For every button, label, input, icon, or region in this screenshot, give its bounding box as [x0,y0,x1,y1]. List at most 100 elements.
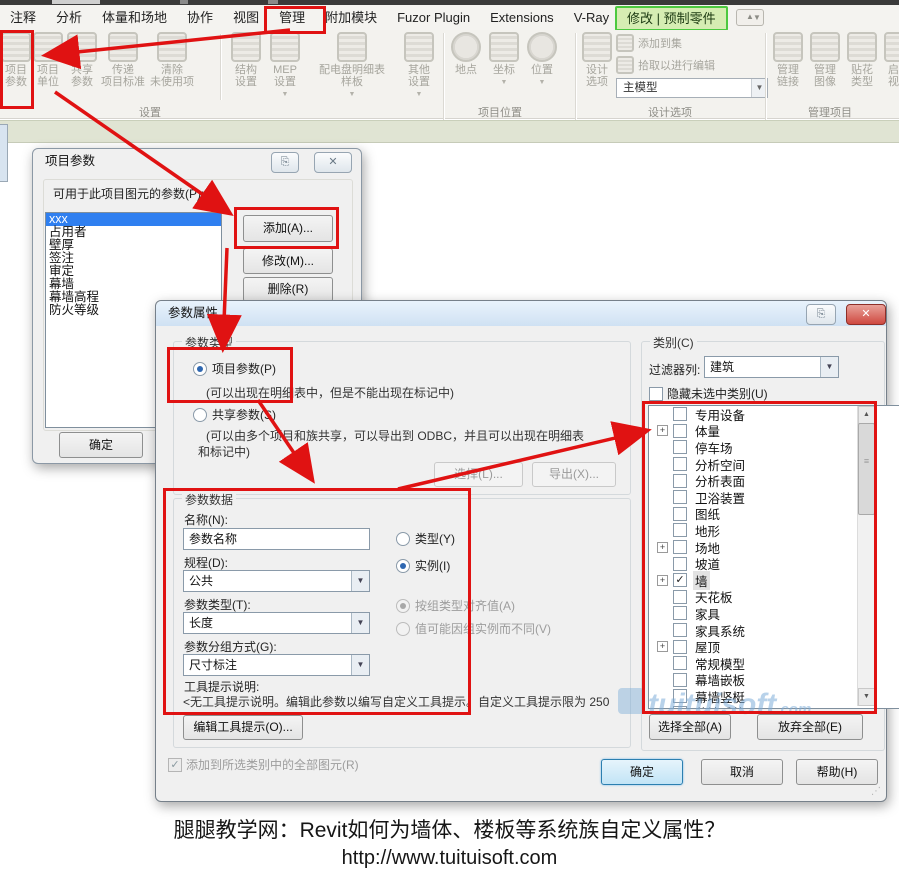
shared-parameters-icon [67,32,97,62]
decal-types-button[interactable]: 贴花 类型 [845,31,879,105]
manage-images-button[interactable]: 管理 图像 [808,31,842,105]
palette-edge [0,124,8,182]
design-options-list-icon [582,32,612,62]
edit-tooltip-button[interactable]: 编辑工具提示(O)... [183,715,303,740]
filter-list-label: 过滤器列: [649,361,700,378]
decal-types-icon [847,32,877,62]
starting-view-icon [884,32,899,62]
ribbon-tab[interactable]: 注释 [0,5,46,30]
ribbon-tab[interactable]: Fuzor Plugin [387,5,480,30]
annotation-box-param-data [163,488,471,715]
design-options-button[interactable]: 设计 选项 [580,31,614,105]
close-icon[interactable]: ✕ [314,152,352,173]
panel-separator [575,33,577,129]
modify-parameter-button[interactable]: 修改(M)... [243,248,333,274]
ribbon-collapse-button[interactable]: ▲ [736,9,764,26]
manage-links-icon [773,32,803,62]
add-to-set-icon [616,34,634,52]
panel-schedule-templates-button[interactable]: 配电盘明细表 样板 [306,31,398,105]
ribbon: 项目 参数 项目 单位 共享 参数 传递 项目标准 清除 未使用项 结构 设置 … [0,30,899,119]
annotation-box-manage-tab [264,6,326,34]
transfer-project-standards-icon [108,32,138,62]
delete-parameter-button[interactable]: 删除(R) [243,277,333,302]
project-units-button[interactable]: 项目 单位 [33,31,63,105]
resize-grip[interactable]: ⋰ [871,786,883,798]
panel-label-project-location: 项目位置 [450,104,550,118]
location-button[interactable]: 地点 [448,31,484,105]
pick-to-edit-button[interactable]: 拾取以进行编辑 [616,56,715,74]
position-button[interactable]: 位置 [524,31,560,105]
structural-settings-button[interactable]: 结构 设置 [228,31,264,105]
hide-unchecked-checkbox[interactable] [649,387,663,401]
ribbon-tab[interactable]: Extensions [480,5,564,30]
dialog-guide-button[interactable]: ⎘ [806,304,836,325]
tab-modify-precast[interactable]: 修改 | 预制零件 [615,6,728,31]
panel-schedule-templates-icon [337,32,367,62]
ribbon-tab-bar: 注释分析体量和场地协作视图管理附加模块Fuzor PluginExtension… [0,5,899,30]
add-to-all-checkbox-label: 添加到所选类别中的全部图元(R) [186,756,359,773]
transfer-project-standards-button[interactable]: 传递 项目标准 [100,31,146,105]
hide-unchecked-label[interactable]: 隐藏未选中类别(U) [667,385,768,402]
panel-separator [443,33,445,129]
ribbon-tab[interactable]: V-Ray [564,5,619,30]
shared-parameter-desc-1: (可以由多个项目和族共享，可以导出到 ODBC，并且可以出现在明细表 [206,427,584,444]
ribbon-tab[interactable]: 协作 [177,5,223,30]
starting-view-button[interactable]: 启动 视图 [882,31,899,105]
annotation-box-categories [642,401,877,714]
annotation-box-project-param-radio [167,347,293,403]
params-list-label: 可用于此项目图元的参数(P): [53,185,204,202]
ribbon-tab[interactable]: 体量和场地 [92,5,177,30]
additional-settings-button[interactable]: 其他 设置 [400,31,438,105]
location-globe-icon [451,32,481,62]
panel-label-manage-project: 管理项目 [780,104,880,118]
ribbon-tab[interactable]: 视图 [223,5,269,30]
filter-list-select[interactable]: 建筑 ▼ [704,356,839,378]
export-shared-button[interactable]: 导出(X)... [532,462,616,487]
caption-title: 腿腿教学网：Revit如何为墙体、楼板等系统族自定义属性？ [0,814,899,844]
panel-separator [765,33,767,129]
additional-settings-icon [404,32,434,62]
panel-label-settings: 设置 [95,104,205,118]
ribbon-separator [220,34,222,100]
shared-parameter-radio[interactable] [193,408,207,422]
pick-to-edit-icon [616,56,634,74]
check-none-button[interactable]: 放弃全部(E) [757,714,863,740]
mep-settings-icon [270,32,300,62]
caption: 腿腿教学网：Revit如何为墙体、楼板等系统族自定义属性？ http://www… [0,814,899,870]
coordinates-button[interactable]: 坐标 [486,31,522,105]
cancel-button[interactable]: 取消 [701,759,783,785]
categories-group-label: 类别(C) [650,334,697,351]
add-to-all-checkbox[interactable]: ✓ [168,758,182,772]
help-button[interactable]: 帮助(H) [796,759,878,785]
mep-settings-button[interactable]: MEP 设置 [266,31,304,105]
close-icon[interactable]: ✕ [846,304,886,325]
select-shared-button[interactable]: 选择(L)... [434,462,523,487]
dialog-title[interactable]: 参数属性 [156,301,886,326]
add-to-set-button[interactable]: 添加到集 [616,34,682,52]
shared-parameters-button[interactable]: 共享 参数 [64,31,100,105]
canvas-strip [0,120,899,143]
revit-window: 注释分析体量和场地协作视图管理附加模块Fuzor PluginExtension… [0,0,899,870]
ribbon-tab[interactable]: 分析 [46,5,92,30]
manage-images-icon [810,32,840,62]
ok-button[interactable]: 确定 [601,759,683,785]
purge-unused-icon [157,32,187,62]
structural-settings-icon [231,32,261,62]
chevron-down-icon: ▼ [820,357,838,377]
coordinates-axes-icon [489,32,519,62]
active-design-option-select[interactable]: 主模型 ▼ [616,78,768,98]
panel-label-design-options: 设计选项 [620,104,720,118]
annotation-box-project-parameters [0,30,34,109]
ok-button[interactable]: 确定 [59,432,143,458]
shared-parameter-desc-2: 和标记中) [198,443,250,460]
check-all-button[interactable]: 选择全部(A) [649,714,731,740]
shared-parameter-radio-label[interactable]: 共享参数(S) [212,406,276,423]
dialog-guide-button[interactable]: ⎘ [271,152,299,173]
position-globe-icon [527,32,557,62]
purge-unused-button[interactable]: 清除 未使用项 [146,31,198,105]
dialog-title[interactable]: 项目参数 [33,149,361,173]
annotation-box-add-button [234,207,339,249]
project-units-icon [33,32,63,62]
manage-links-button[interactable]: 管理 链接 [771,31,805,105]
caption-url[interactable]: http://www.tuituisoft.com [0,847,899,870]
